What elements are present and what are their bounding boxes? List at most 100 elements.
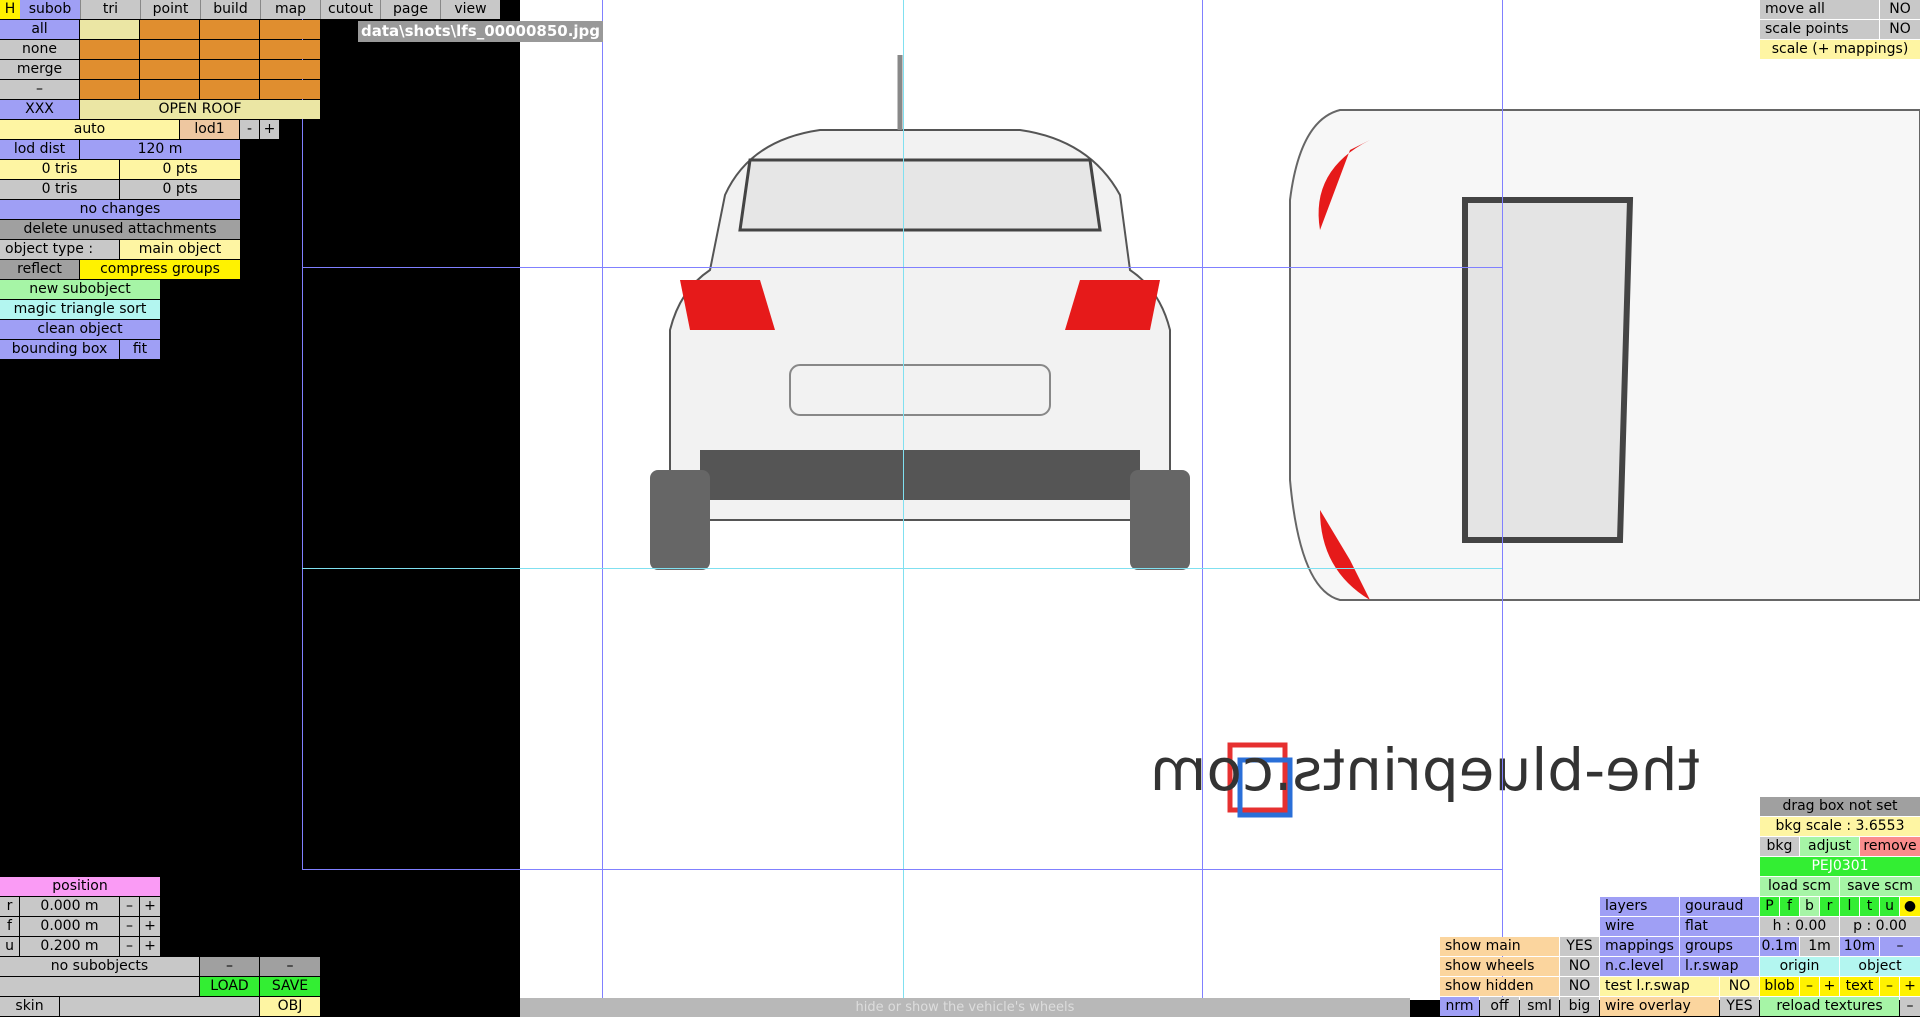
delete-unused-attachments-button[interactable]: delete unused attachments bbox=[0, 220, 240, 239]
swatch[interactable] bbox=[140, 80, 199, 99]
object-type-value[interactable]: main object bbox=[120, 240, 240, 259]
reload-minus-button[interactable]: – bbox=[1900, 997, 1920, 1016]
swatch[interactable] bbox=[200, 80, 259, 99]
text-plus-button[interactable]: + bbox=[1900, 977, 1920, 996]
blob-minus-button[interactable]: – bbox=[1800, 977, 1819, 996]
position-minus-f[interactable]: – bbox=[120, 917, 139, 936]
wire-button[interactable]: wire bbox=[1600, 917, 1679, 936]
wire-overlay-value[interactable]: YES bbox=[1720, 997, 1759, 1016]
lr-swap-button[interactable]: l.r.swap bbox=[1680, 957, 1759, 976]
lod1-button[interactable]: lod1 bbox=[180, 120, 239, 139]
view-p-button[interactable]: P bbox=[1760, 897, 1779, 916]
grid-0-1m-button[interactable]: 0.1m bbox=[1760, 937, 1799, 956]
flat-button[interactable]: flat bbox=[1680, 917, 1759, 936]
show-main-value[interactable]: YES bbox=[1560, 937, 1599, 956]
blueprint-viewport[interactable]: the-blueprints.com bbox=[520, 0, 1920, 1000]
obj-button[interactable]: OBJ bbox=[260, 997, 320, 1016]
subobjects-minus-button[interactable]: – bbox=[200, 957, 259, 976]
new-subobject-button[interactable]: new subobject bbox=[0, 280, 160, 299]
swatch[interactable] bbox=[200, 20, 259, 39]
view-r-button[interactable]: r bbox=[1820, 897, 1839, 916]
menu-tri-tab[interactable]: tri bbox=[80, 0, 140, 19]
swatch[interactable] bbox=[200, 60, 259, 79]
view-b-button[interactable]: b bbox=[1800, 897, 1819, 916]
view-l-button[interactable]: l bbox=[1840, 897, 1859, 916]
lod-dist-value[interactable]: 120 m bbox=[80, 140, 240, 159]
object-button[interactable]: object bbox=[1840, 957, 1920, 976]
move-all-value[interactable]: NO bbox=[1880, 0, 1920, 19]
xxx-button[interactable]: XXX bbox=[0, 100, 79, 119]
position-plus-r[interactable]: + bbox=[140, 897, 160, 916]
save-scm-button[interactable]: save scm bbox=[1840, 877, 1920, 896]
blob-button[interactable]: blob bbox=[1760, 977, 1799, 996]
gouraud-button[interactable]: gouraud bbox=[1680, 897, 1759, 916]
wire-overlay-label[interactable]: wire overlay bbox=[1600, 997, 1719, 1016]
scale-points-value[interactable]: NO bbox=[1880, 20, 1920, 39]
swatch[interactable] bbox=[80, 60, 139, 79]
select-none-button[interactable]: none bbox=[0, 40, 79, 59]
show-main-label[interactable]: show main bbox=[1440, 937, 1559, 956]
position-value-u[interactable]: 0.200 m bbox=[20, 937, 119, 956]
groups-button[interactable]: groups bbox=[1680, 937, 1759, 956]
size-big-button[interactable]: big bbox=[1560, 997, 1599, 1016]
view-t-button[interactable]: t bbox=[1860, 897, 1879, 916]
swatch[interactable] bbox=[260, 60, 320, 79]
subobjects-minus-button-2[interactable]: – bbox=[260, 957, 320, 976]
grid-minus-button[interactable]: – bbox=[1880, 937, 1920, 956]
menu-map-tab[interactable]: map bbox=[260, 0, 320, 19]
test-lr-swap-value[interactable]: NO bbox=[1720, 977, 1759, 996]
show-wheels-value[interactable]: NO bbox=[1560, 957, 1599, 976]
menu-build-tab[interactable]: build bbox=[200, 0, 260, 19]
bkg-scale-value[interactable]: bkg scale : 3.6553 bbox=[1760, 817, 1920, 836]
text-minus-button[interactable]: – bbox=[1880, 977, 1899, 996]
swatch[interactable] bbox=[200, 40, 259, 59]
load-scm-button[interactable]: load scm bbox=[1760, 877, 1839, 896]
origin-button[interactable]: origin bbox=[1760, 957, 1839, 976]
move-all-label[interactable]: move all bbox=[1760, 0, 1879, 19]
heading-value[interactable]: h : 0.00 bbox=[1760, 917, 1839, 936]
select-minus-button[interactable]: – bbox=[0, 80, 79, 99]
menu-page-tab[interactable]: page bbox=[380, 0, 440, 19]
show-hidden-label[interactable]: show hidden bbox=[1440, 977, 1559, 996]
view-f-button[interactable]: f bbox=[1780, 897, 1799, 916]
adjust-button[interactable]: adjust bbox=[1800, 837, 1859, 856]
reflect-button[interactable]: reflect bbox=[0, 260, 79, 279]
swatch[interactable] bbox=[80, 20, 139, 39]
scale-mappings-button[interactable]: scale (+ mappings) bbox=[1760, 40, 1920, 59]
grid-1m-button[interactable]: 1m bbox=[1800, 937, 1839, 956]
position-plus-u[interactable]: + bbox=[140, 937, 160, 956]
load-button[interactable]: LOAD bbox=[200, 977, 259, 996]
position-minus-u[interactable]: – bbox=[120, 937, 139, 956]
view-u-button[interactable]: u bbox=[1880, 897, 1899, 916]
mappings-button[interactable]: mappings bbox=[1600, 937, 1679, 956]
text-button[interactable]: text bbox=[1840, 977, 1879, 996]
size-off-button[interactable]: off bbox=[1480, 997, 1519, 1016]
position-plus-f[interactable]: + bbox=[140, 917, 160, 936]
lod-minus-button[interactable]: - bbox=[240, 120, 259, 139]
magic-triangle-sort-button[interactable]: magic triangle sort bbox=[0, 300, 160, 319]
remove-button[interactable]: remove bbox=[1860, 837, 1920, 856]
menu-h-button[interactable]: H bbox=[0, 0, 20, 19]
scale-points-label[interactable]: scale points bbox=[1760, 20, 1879, 39]
view-dot-button[interactable]: ● bbox=[1900, 897, 1920, 916]
lod-auto-button[interactable]: auto bbox=[0, 120, 179, 139]
save-button[interactable]: SAVE bbox=[260, 977, 320, 996]
merge-button[interactable]: merge bbox=[0, 60, 79, 79]
bkg-button[interactable]: bkg bbox=[1760, 837, 1799, 856]
no-changes-status[interactable]: no changes bbox=[0, 200, 240, 219]
pitch-value[interactable]: p : 0.00 bbox=[1840, 917, 1920, 936]
swatch[interactable] bbox=[260, 80, 320, 99]
reload-textures-button[interactable]: reload textures bbox=[1760, 997, 1899, 1016]
size-nrm-button[interactable]: nrm bbox=[1440, 997, 1479, 1016]
show-wheels-label[interactable]: show wheels bbox=[1440, 957, 1559, 976]
clean-object-button[interactable]: clean object bbox=[0, 320, 160, 339]
select-all-button[interactable]: all bbox=[0, 20, 79, 39]
menu-cutout-tab[interactable]: cutout bbox=[320, 0, 380, 19]
test-lr-swap-label[interactable]: test l.r.swap bbox=[1600, 977, 1719, 996]
menu-subob-tab[interactable]: subob bbox=[20, 0, 80, 19]
grid-10m-button[interactable]: 10m bbox=[1840, 937, 1879, 956]
blob-plus-button[interactable]: + bbox=[1820, 977, 1839, 996]
swatch[interactable] bbox=[140, 40, 199, 59]
position-value-r[interactable]: 0.000 m bbox=[20, 897, 119, 916]
swatch[interactable] bbox=[80, 40, 139, 59]
